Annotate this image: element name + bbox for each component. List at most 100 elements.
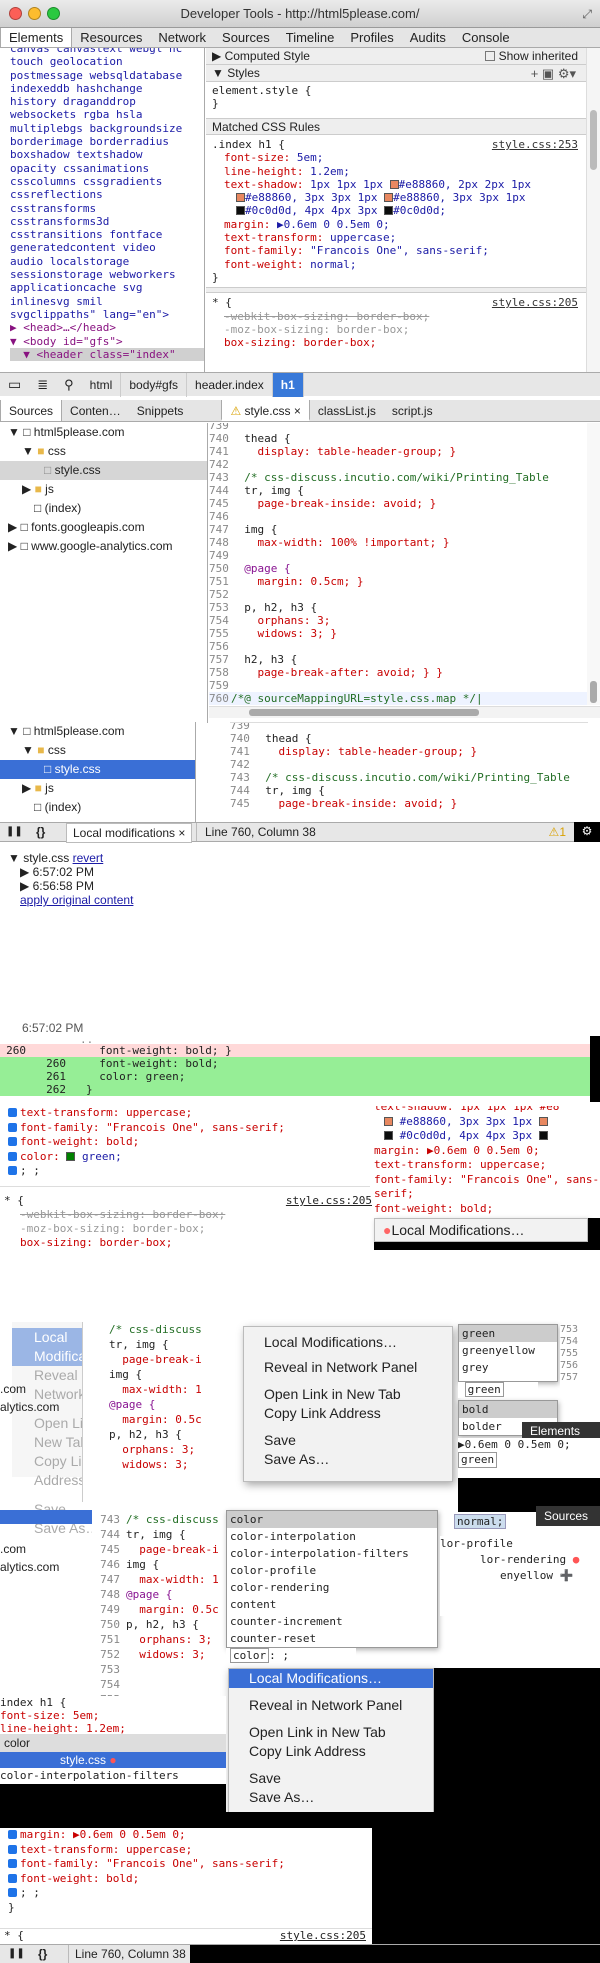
code-line[interactable]: 747 img { xyxy=(209,523,587,536)
tree-item-js[interactable]: ▶ ■ js xyxy=(0,480,207,499)
code-line[interactable]: 756 xyxy=(209,640,587,653)
dom-node[interactable]: csstransforms xyxy=(10,202,204,215)
search-icon[interactable]: ⚲ xyxy=(56,377,82,393)
suggestion-color-interpolation-filters[interactable]: color-interpolation-filters xyxy=(227,1545,437,1562)
code-line[interactable]: 739 xyxy=(230,723,588,732)
css-declaration[interactable]: text-shadow: 1px 1px 1px #e88860, 2px 2p… xyxy=(224,178,580,191)
code-line[interactable]: 745 page-break-inside: avoid; } xyxy=(209,497,587,510)
breadcrumb-header[interactable]: header.index xyxy=(187,372,273,397)
dock-icon[interactable]: ▭ xyxy=(0,376,29,393)
checkbox-icon[interactable] xyxy=(8,1859,17,1868)
dom-node[interactable]: ▼ <header class="index" xyxy=(10,347,204,362)
tab-network[interactable]: Network xyxy=(150,28,214,47)
universal-rule[interactable]: * { style.css:205 -webkit-box-sizing: bo… xyxy=(206,293,586,352)
console-drawer-icon[interactable]: ≣ xyxy=(29,377,56,393)
code-line[interactable]: 741 display: table-header-group; } xyxy=(209,445,587,458)
dom-node[interactable]: inlinesvg smil xyxy=(10,295,204,308)
menu2-copy-link[interactable]: Copy Link Address xyxy=(229,1742,433,1761)
property-input[interactable]: color: ; xyxy=(226,1648,356,1664)
context-menu-item-local-mods[interactable]: ●Local Modifications… xyxy=(374,1218,588,1242)
code-line[interactable]: 742 xyxy=(209,458,587,471)
suggestion-color[interactable]: color xyxy=(227,1511,437,1528)
styles-header[interactable]: ▼ Styles + ▣ ⚙▾ xyxy=(206,65,586,82)
show-inherited-checkbox[interactable] xyxy=(485,51,496,61)
rule-source-link-3[interactable]: style.css:205 xyxy=(286,1194,372,1208)
warning-count[interactable]: ⚠1 xyxy=(549,823,566,841)
tab-snippets[interactable]: Snippets xyxy=(129,400,192,421)
tree-item-style-css[interactable]: □ style.css xyxy=(0,461,207,480)
dom-node[interactable]: ▶ <head>…</head> xyxy=(10,321,204,334)
computed-style-header[interactable]: ▶ Computed Style Show inherited xyxy=(206,48,586,65)
bottom-rule[interactable]: margin: ▶0.6em 0 0.5em 0; text-transform… xyxy=(0,1828,372,1928)
dom-node[interactable]: indexeddb hashchange xyxy=(10,82,204,95)
breadcrumb-html[interactable]: html xyxy=(82,372,122,397)
code-line[interactable]: 740 thead { xyxy=(230,732,588,745)
css-declaration[interactable]: margin: ▶0.6em 0 0.5em 0; xyxy=(224,218,580,231)
code-line[interactable]: 749 xyxy=(209,549,587,562)
css-declaration[interactable]: font-family: "Francois One", sans-serif; xyxy=(224,244,580,257)
dom-node[interactable]: multiplebgs backgroundsize xyxy=(10,122,204,135)
css-declaration[interactable]: #e88860, 3px 3px 1px #e88860, 3px 3px 1p… xyxy=(224,191,580,204)
checkbox-icon[interactable] xyxy=(8,1137,17,1146)
tree2-item-css[interactable]: ▼ ■ css xyxy=(0,741,195,760)
tab-console[interactable]: Console xyxy=(454,28,518,47)
styles-scrollbar[interactable] xyxy=(586,48,600,372)
code-line[interactable]: 741 display: table-header-group; } xyxy=(230,745,588,758)
revision-2[interactable]: ▶ 6:56:58 PM xyxy=(8,879,600,893)
menu2-save[interactable]: Save xyxy=(229,1769,433,1788)
tab-resources[interactable]: Resources xyxy=(72,28,150,47)
tab-elements[interactable]: Elements xyxy=(0,28,73,47)
code-line[interactable]: 744 tr, img { xyxy=(230,784,588,797)
checkbox-icon[interactable] xyxy=(8,1166,17,1175)
tree-item-index[interactable]: □ (index) xyxy=(0,499,207,518)
menu2-open-link[interactable]: Open Link in New Tab xyxy=(229,1723,433,1742)
code-line[interactable]: 751 margin: 0.5cm; } xyxy=(209,575,587,588)
code-line[interactable]: 746 xyxy=(209,510,587,523)
menu-save[interactable]: Save xyxy=(244,1431,452,1450)
breadcrumb-body[interactable]: body#gfs xyxy=(121,372,188,397)
code-line[interactable]: 759 xyxy=(209,679,587,692)
menu-copy-link[interactable]: Copy Link Address xyxy=(244,1404,452,1423)
dom-node[interactable]: generatedcontent video xyxy=(10,241,204,254)
dom-node[interactable]: opacity cssanimations xyxy=(10,162,204,175)
code-line[interactable]: 757 h2, h3 { xyxy=(209,653,587,666)
menu-local-modifications[interactable]: Local Modifications… xyxy=(244,1333,452,1352)
tab-content-scripts[interactable]: Conten… xyxy=(62,400,129,421)
suggestion-bold[interactable]: bold xyxy=(459,1401,557,1418)
suggestion-content[interactable]: content xyxy=(227,1596,437,1613)
file-tab-style-css[interactable]: ⚠ style.css × xyxy=(221,400,310,421)
code-line[interactable]: 750 @page { xyxy=(209,562,587,575)
color-swatch[interactable] xyxy=(66,1151,76,1161)
color-swatch[interactable] xyxy=(384,206,394,216)
code-line[interactable]: 758 page-break-after: avoid; } } xyxy=(209,666,587,679)
file-tab-script[interactable]: script.js xyxy=(384,400,441,421)
tab-audits[interactable]: Audits xyxy=(402,28,454,47)
suggestion-counter-reset[interactable]: counter-reset xyxy=(227,1630,437,1647)
checkbox-icon[interactable] xyxy=(8,1122,17,1132)
dom-node[interactable]: canvas canvastext webgl hc xyxy=(10,48,204,55)
color-swatch[interactable] xyxy=(236,193,245,203)
code-line[interactable]: 752 xyxy=(209,588,587,601)
menu2-save-as[interactable]: Save As… xyxy=(229,1788,433,1807)
dom-node[interactable]: audio localstorage xyxy=(10,255,204,268)
file-tab-classlist[interactable]: classList.js xyxy=(310,400,384,421)
code-editor-2[interactable]: 739 740 thead {741 display: table-header-… xyxy=(230,722,588,814)
css-declaration[interactable]: font-size: 5em; xyxy=(224,151,580,164)
close-window-button[interactable] xyxy=(9,7,22,20)
rule-source-link-2[interactable]: style.css:205 xyxy=(492,296,578,309)
tree-item-site[interactable]: ▼ □ html5please.com xyxy=(0,423,207,442)
dom-node[interactable]: cssreflections xyxy=(10,188,204,201)
tree2-item-style-css[interactable]: □ style.css xyxy=(0,760,195,779)
code-line[interactable]: 743 /* css-discuss.incutio.com/wiki/Prin… xyxy=(230,771,588,784)
rule-source-link-4[interactable]: style.css:205 xyxy=(280,1929,366,1943)
dom-node[interactable]: svgclippaths" lang="en"> xyxy=(10,308,204,321)
suggestion-color-profile[interactable]: color-profile xyxy=(227,1562,437,1579)
code-line[interactable]: 753 p, h2, h3 { xyxy=(209,601,587,614)
code-line[interactable]: 742 xyxy=(230,758,588,771)
suggestion-greenyellow[interactable]: greenyellow xyxy=(459,1342,557,1359)
style-css-selected[interactable]: style.css ● xyxy=(0,1752,226,1768)
tree-item-css[interactable]: ▼ ■ css xyxy=(0,442,207,461)
css-declaration[interactable]: #0c0d0d, 4px 4px 3px #0c0d0d; xyxy=(224,204,580,217)
checkbox-icon[interactable] xyxy=(8,1873,17,1883)
css-declaration[interactable]: line-height: 1.2em; xyxy=(224,165,580,178)
